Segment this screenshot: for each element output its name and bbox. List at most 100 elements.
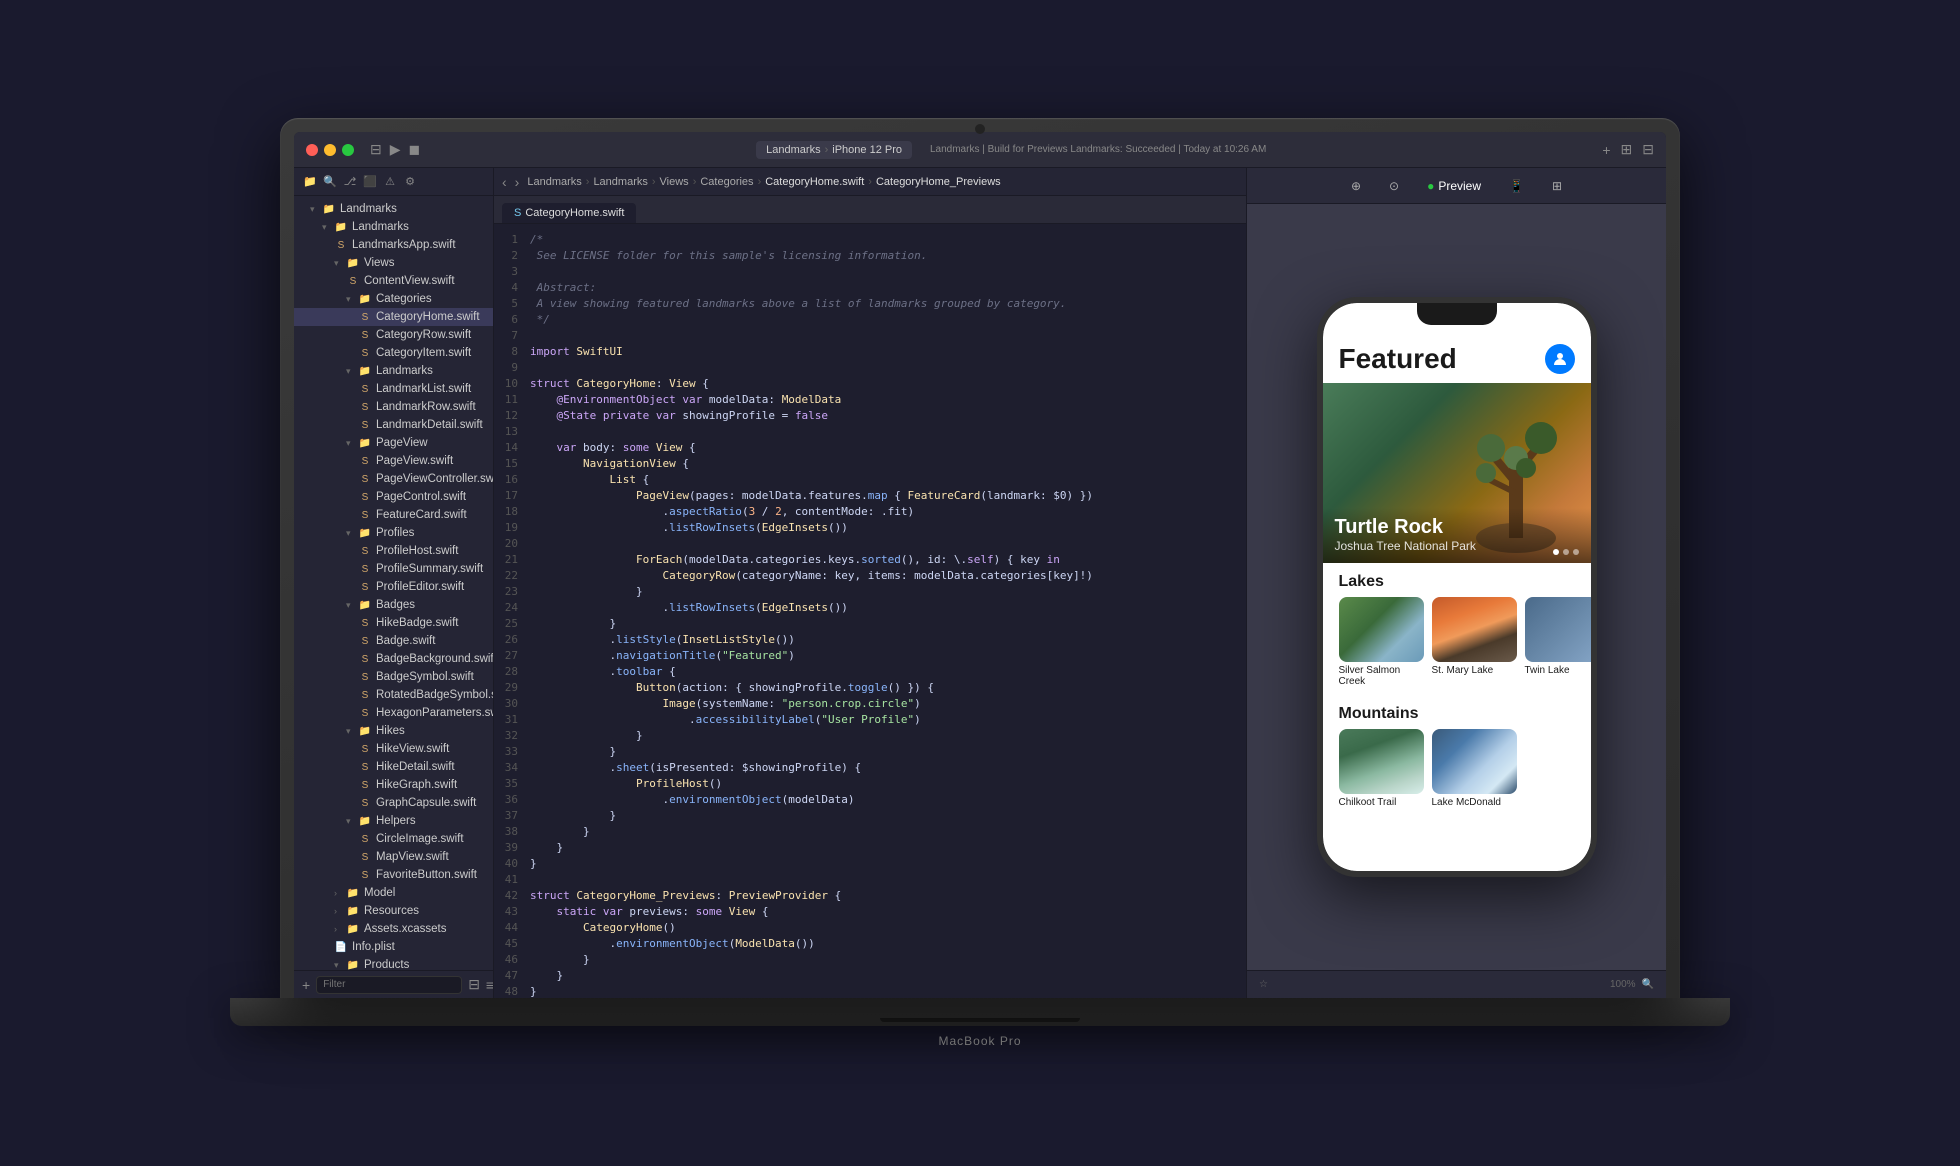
- sidebar-item-favoritebutton[interactable]: S FavoriteButton.swift: [294, 866, 493, 884]
- phone-screen[interactable]: Featured: [1323, 303, 1591, 871]
- code-line: 1 /*: [494, 232, 1246, 248]
- lakes-section-header: Lakes: [1323, 563, 1591, 597]
- sidebar-item-hikebadge[interactable]: S HikeBadge.swift: [294, 614, 493, 632]
- filter-icon[interactable]: ⊟: [468, 976, 480, 993]
- add-file-icon[interactable]: +: [302, 977, 310, 993]
- sidebar-search-icon[interactable]: 🔍: [322, 174, 338, 190]
- sidebar-label: Badges: [376, 599, 415, 611]
- preview-button[interactable]: ● Preview: [1419, 175, 1489, 197]
- sidebar-item-landmarksapp[interactable]: S LandmarksApp.swift: [294, 236, 493, 254]
- live-button[interactable]: ⊙: [1381, 175, 1407, 197]
- sidebar-item-categories[interactable]: ▾ 📁 Categories: [294, 290, 493, 308]
- sidebar-item-hikeview[interactable]: S HikeView.swift: [294, 740, 493, 758]
- sidebar-warning-icon[interactable]: ⚠: [382, 174, 398, 190]
- sidebar-item-previewcontent[interactable]: ▾ 📁 Products: [294, 956, 493, 970]
- forward-icon[interactable]: ›: [515, 174, 520, 190]
- code-line: 12 @State private var showingProfile = f…: [494, 408, 1246, 424]
- minimize-button[interactable]: [324, 144, 336, 156]
- code-editor[interactable]: 1 /* 2 See LICENSE folder for this sampl…: [494, 224, 1246, 998]
- sidebar-item-profilehost[interactable]: S ProfileHost.swift: [294, 542, 493, 560]
- sidebar-item-landmarks-root[interactable]: ▾ 📁 Landmarks: [294, 200, 493, 218]
- sidebar-item-views[interactable]: ▾ 📁 Views: [294, 254, 493, 272]
- sidebar-item-hexagonparameters[interactable]: S HexagonParameters.swift: [294, 704, 493, 722]
- tab-categoryhome[interactable]: S CategoryHome.swift: [502, 203, 636, 223]
- inspect-button[interactable]: ⊕: [1343, 175, 1369, 197]
- sidebar-item-categoryhome[interactable]: S CategoryHome.swift: [294, 308, 493, 326]
- sidebar-toggle-icon[interactable]: ⊟: [370, 141, 382, 158]
- sidebar-item-contentview[interactable]: S ContentView.swift: [294, 272, 493, 290]
- sidebar-item-landmarks-views[interactable]: ▾ 📁 Landmarks: [294, 362, 493, 380]
- code-line: 6 */: [494, 312, 1246, 328]
- sidebar-item-infoplist[interactable]: 📄 Info.plist: [294, 938, 493, 956]
- sidebar-item-hikes-folder[interactable]: ▾ 📁 Hikes: [294, 722, 493, 740]
- swift-file-icon: S: [358, 760, 372, 774]
- sidebar-item-categoryrow[interactable]: S CategoryRow.swift: [294, 326, 493, 344]
- sidebar-item-model[interactable]: › 📁 Model: [294, 884, 493, 902]
- sidebar-item-badgebackground[interactable]: S BadgeBackground.swift: [294, 650, 493, 668]
- add-icon[interactable]: +: [1602, 142, 1610, 158]
- tab-file-icon: S: [514, 207, 521, 219]
- breadcrumb-sep: ›: [868, 176, 872, 188]
- sidebar-item-categoryitem[interactable]: S CategoryItem.swift: [294, 344, 493, 362]
- filter-input[interactable]: [316, 976, 462, 994]
- screen-bezel: ⊟ ▶ ◼ Landmarks › iPhone 12 Pro Landmark…: [280, 118, 1680, 998]
- sidebar-scm-icon[interactable]: ⎇: [342, 174, 358, 190]
- sidebar-item-landmarks[interactable]: ▾ 📁 Landmarks: [294, 218, 493, 236]
- preview-content: Featured: [1247, 204, 1666, 970]
- tab-label: CategoryHome.swift: [525, 207, 624, 219]
- sidebar-item-profilesummary[interactable]: S ProfileSummary.swift: [294, 560, 493, 578]
- sidebar-item-badges-folder[interactable]: ▾ 📁 Badges: [294, 596, 493, 614]
- avatar-button[interactable]: [1545, 344, 1575, 374]
- swift-file-icon: S: [358, 418, 372, 432]
- zoom-icon[interactable]: 🔍: [1642, 979, 1654, 990]
- sidebar-item-landmarkdetail[interactable]: S LandmarkDetail.swift: [294, 416, 493, 434]
- close-button[interactable]: [306, 144, 318, 156]
- sidebar-item-pagecontrol[interactable]: S PageControl.swift: [294, 488, 493, 506]
- sidebar-item-rotatedbadgesymbol[interactable]: S RotatedBadgeSymbol.swift: [294, 686, 493, 704]
- run-icon[interactable]: ▶: [390, 141, 401, 158]
- lake-card-twin[interactable]: Twin Lake: [1525, 597, 1591, 687]
- sidebar-item-circleimage[interactable]: S CircleImage.swift: [294, 830, 493, 848]
- back-icon[interactable]: ‹: [502, 174, 507, 190]
- sidebar-item-mapview[interactable]: S MapView.swift: [294, 848, 493, 866]
- sidebar-item-assets[interactable]: › 📁 Assets.xcassets: [294, 920, 493, 938]
- sidebar-gear-icon[interactable]: ⚙: [402, 174, 418, 190]
- settings-button[interactable]: ⊞: [1544, 175, 1570, 197]
- layout-icon[interactable]: ⊞: [1621, 141, 1633, 158]
- sidebar-item-pageview[interactable]: S PageView.swift: [294, 452, 493, 470]
- lake-card-mary[interactable]: St. Mary Lake: [1432, 597, 1517, 687]
- lake-card-silver[interactable]: Silver Salmon Creek: [1339, 597, 1424, 687]
- sidebar-item-profileeditor[interactable]: S ProfileEditor.swift: [294, 578, 493, 596]
- sidebar-item-featurecard[interactable]: S FeatureCard.swift: [294, 506, 493, 524]
- mountain-card-chilkoot[interactable]: Chilkoot Trail: [1339, 729, 1424, 808]
- sidebar-item-resources[interactable]: › 📁 Resources: [294, 902, 493, 920]
- sidebar-item-profiles-folder[interactable]: ▾ 📁 Profiles: [294, 524, 493, 542]
- sidebar-item-landmarklist[interactable]: S LandmarkList.swift: [294, 380, 493, 398]
- sidebar-label: ContentView.swift: [364, 275, 455, 287]
- sidebar-item-hikedetail[interactable]: S HikeDetail.swift: [294, 758, 493, 776]
- code-line: 9: [494, 360, 1246, 376]
- sidebar-debug-icon[interactable]: ⬛: [362, 174, 378, 190]
- sort-icon[interactable]: ≡: [486, 977, 494, 993]
- sidebar-file-icon[interactable]: 📁: [302, 174, 318, 190]
- device-button[interactable]: 📱: [1501, 175, 1532, 197]
- sidebar-item-pageview-folder[interactable]: ▾ 📁 PageView: [294, 434, 493, 452]
- screen-content: ⊟ ▶ ◼ Landmarks › iPhone 12 Pro Landmark…: [294, 132, 1666, 998]
- chevron-down-icon: ▾: [310, 204, 320, 214]
- chevron-down-icon: ▾: [346, 294, 356, 304]
- project-tab[interactable]: Landmarks › iPhone 12 Pro: [756, 141, 912, 159]
- sidebar-label: MapView.swift: [376, 851, 449, 863]
- code-line: 32 }: [494, 728, 1246, 744]
- sidebar-item-pageviewcontroller[interactable]: S PageViewController.swift: [294, 470, 493, 488]
- stop-icon[interactable]: ◼: [409, 141, 421, 158]
- sidebar-item-helpers-folder[interactable]: ▾ 📁 Helpers: [294, 812, 493, 830]
- bookmark-icon: ☆: [1259, 979, 1268, 990]
- sidebar-item-graphcapsule[interactable]: S GraphCapsule.swift: [294, 794, 493, 812]
- sidebar-item-badgesymbol[interactable]: S BadgeSymbol.swift: [294, 668, 493, 686]
- sidebar-item-hikegraph[interactable]: S HikeGraph.swift: [294, 776, 493, 794]
- sidebar-item-badge[interactable]: S Badge.swift: [294, 632, 493, 650]
- maximize-button[interactable]: [342, 144, 354, 156]
- panel-icon[interactable]: ⊟: [1642, 141, 1654, 158]
- sidebar-item-landmarkrow[interactable]: S LandmarkRow.swift: [294, 398, 493, 416]
- mountain-card-mcdonald[interactable]: Lake McDonald: [1432, 729, 1517, 808]
